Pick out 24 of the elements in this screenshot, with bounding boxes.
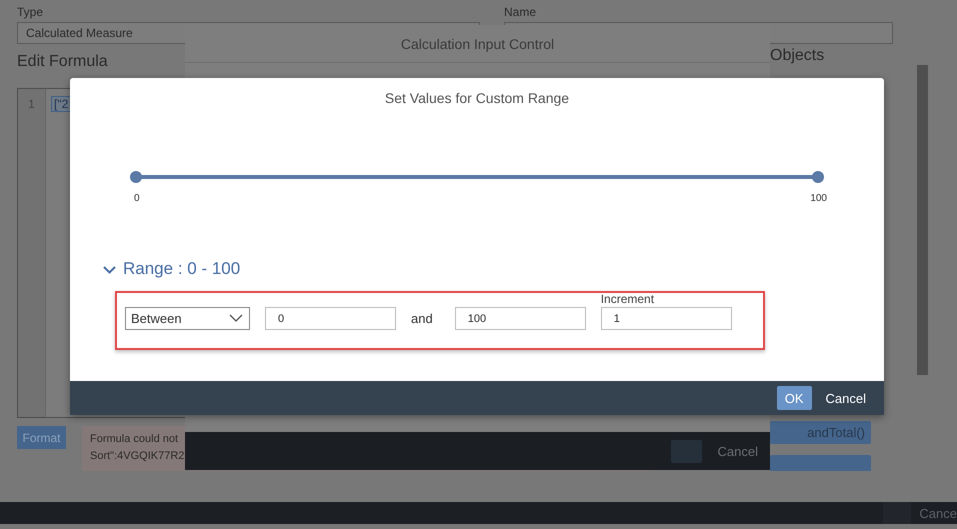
section-title: Objects [770, 46, 826, 66]
cancel-button[interactable]: Cancel [718, 444, 758, 458]
slider-thumb[interactable] [812, 171, 824, 183]
operator-dropdown[interactable]: Between [125, 307, 250, 330]
dialog-title: Calculation Input Control [185, 25, 770, 63]
section-title: Edit Formula [17, 52, 109, 72]
input-field[interactable]: 100 [454, 307, 586, 330]
scrollbar[interactable] [917, 65, 928, 375]
input-field[interactable]: 1 [600, 307, 732, 330]
code-token: ["2 [51, 96, 72, 112]
slider-max-label: 100 [810, 193, 827, 204]
dialog-title: Set Values for Custom Range [384, 90, 570, 108]
field-label: Type [17, 5, 44, 21]
joiner-label: and [411, 311, 434, 328]
section-title[interactable]: Range : 0 - 100 [123, 259, 240, 279]
input-field[interactable]: 0 [265, 307, 396, 330]
field-label: Name [504, 5, 538, 21]
cancel-button[interactable]: Cance [919, 506, 957, 520]
chevron-icon [229, 314, 243, 323]
slider-thumb[interactable] [130, 171, 142, 183]
cancel-button[interactable]: Cancel [818, 386, 874, 410]
field-label: Increment [600, 293, 656, 305]
ok-button[interactable]: OK [776, 386, 812, 410]
slider-min-label: 0 [134, 193, 140, 204]
